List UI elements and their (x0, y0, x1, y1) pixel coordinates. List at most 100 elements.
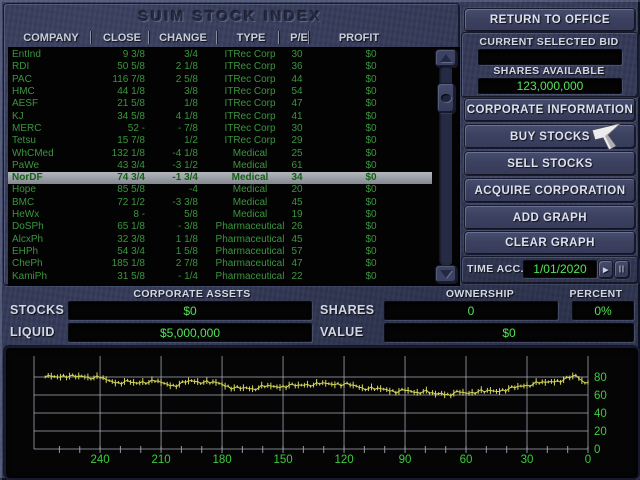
cell-company: HMC (12, 86, 35, 98)
percent-field: 0% (572, 301, 634, 320)
table-row[interactable]: PaWe43 3/4-3 1/2Medical61$0 (8, 160, 432, 172)
table-row[interactable]: RDI50 5/82 1/8ITRec Corp36$0 (8, 61, 432, 73)
cell-pe: 45 (272, 197, 322, 209)
table-row[interactable]: MERC52 -- 7/8ITRec Corp30$0 (8, 123, 432, 135)
time-play-button[interactable]: ▶ (598, 260, 614, 279)
svg-text:120: 120 (334, 454, 353, 466)
cell-company: Tetsu (12, 135, 36, 147)
table-row[interactable]: Tetsu15 7/81/2ITRec Corp29$0 (8, 135, 432, 147)
arrow-up-icon (440, 54, 452, 62)
current-bid-field[interactable] (478, 49, 622, 65)
cell-company: WhCMed (12, 148, 54, 160)
stock-table-body: EntInd9 3/83/4ITRec Corp30$0RDI50 5/82 1… (8, 49, 432, 283)
clear-graph-button[interactable]: CLEAR GRAPH (464, 231, 636, 255)
cell-pe: 36 (272, 61, 322, 73)
column-divider (308, 31, 309, 44)
svg-text:0: 0 (594, 444, 600, 456)
cell-company: MERC (12, 123, 41, 135)
svg-text:0: 0 (585, 454, 591, 466)
cell-profit: $0 (331, 246, 411, 258)
table-row[interactable]: HeWx8 -5/8Medical19$0 (8, 209, 432, 221)
cell-profit: $0 (331, 111, 411, 123)
corporate-assets-label: CORPORATE ASSETS (70, 288, 314, 300)
pause-icon: || (619, 266, 625, 273)
scroll-thumb[interactable] (437, 83, 455, 113)
cell-profit: $0 (331, 123, 411, 135)
cell-pe: 34 (272, 172, 322, 184)
cell-profit: $0 (331, 172, 411, 184)
svg-text:60: 60 (460, 454, 473, 466)
cell-company: Hope (12, 184, 36, 196)
mouse-cursor (591, 122, 625, 152)
table-row[interactable]: KamiPh31 5/8- 1/4Pharmaceutical22$0 (8, 271, 432, 283)
cell-pe: 54 (272, 86, 322, 98)
return-to-office-button[interactable]: RETURN TO OFFICE (464, 8, 636, 32)
table-row[interactable]: HMC44 1/83/8ITRec Corp54$0 (8, 86, 432, 98)
corporate-information-button[interactable]: CORPORATE INFORMATION (464, 98, 636, 122)
table-row[interactable]: KJ34 5/84 1/8ITRec Corp41$0 (8, 111, 432, 123)
table-row[interactable]: NorDF74 3/4-1 3/4Medical34$0 (8, 172, 432, 184)
table-row[interactable]: BMC72 1/2-3 3/8Medical45$0 (8, 197, 432, 209)
cell-company: DoSPh (12, 221, 44, 233)
cell-pe: 45 (272, 234, 322, 246)
acquire-corporation-button[interactable]: ACQUIRE CORPORATION (464, 178, 636, 203)
liquid-field: $5,000,000 (68, 323, 312, 342)
ownership-label: OWNERSHIP (400, 288, 560, 300)
liquid-label: LIQUID (10, 323, 66, 340)
table-row[interactable]: EHPh54 3/41 5/8Pharmaceutical57$0 (8, 246, 432, 258)
cell-company: AlcxPh (12, 234, 43, 246)
cell-profit: $0 (331, 209, 411, 221)
table-row[interactable]: WhCMed132 1/8-4 1/8Medical25$0 (8, 148, 432, 160)
add-graph-button[interactable]: ADD GRAPH (464, 205, 636, 230)
chart-panel: 0204060802402101801501209060300 (4, 346, 640, 480)
cell-company: NorDF (12, 172, 43, 184)
cell-pe: 41 (272, 111, 322, 123)
scroll-up-button[interactable] (435, 49, 457, 67)
sell-stocks-button[interactable]: SELL STOCKS (464, 151, 636, 176)
column-header-pe: P/E (282, 30, 316, 45)
cell-profit: $0 (331, 221, 411, 233)
column-divider (216, 31, 217, 44)
cell-profit: $0 (331, 148, 411, 160)
column-divider (148, 31, 149, 44)
table-row[interactable]: EntInd9 3/83/4ITRec Corp30$0 (8, 49, 432, 61)
current-bid-label: CURRENT SELECTED BID (461, 36, 637, 48)
svg-text:60: 60 (594, 390, 607, 402)
cell-pe: 29 (272, 135, 322, 147)
cell-pe: 20 (272, 184, 322, 196)
time-acc-field[interactable]: 1/01/2020 (523, 260, 597, 278)
value-field: $0 (384, 323, 634, 342)
cell-profit: $0 (331, 98, 411, 110)
table-scrollbar[interactable] (434, 49, 456, 281)
cell-pe: 30 (272, 123, 322, 135)
table-row[interactable]: PAC116 7/82 5/8ITRec Corp44$0 (8, 74, 432, 86)
cell-company: PaWe (12, 160, 39, 172)
stocks-label: STOCKS (10, 301, 66, 318)
cell-pe: 30 (272, 49, 322, 61)
table-row[interactable]: DoSPh65 1/8- 3/8Pharmaceutical26$0 (8, 221, 432, 233)
column-header-change: CHANGE (152, 30, 214, 45)
cell-profit: $0 (331, 61, 411, 73)
svg-text:90: 90 (399, 454, 412, 466)
table-row[interactable]: ChePh185 1/82 7/8Pharmaceutical47$0 (8, 258, 432, 270)
cell-company: KJ (12, 111, 24, 123)
column-header-company: COMPANY (16, 30, 86, 45)
svg-text:80: 80 (594, 372, 607, 384)
table-row[interactable]: AESF21 5/81/8ITRec Corp47$0 (8, 98, 432, 110)
cell-profit: $0 (331, 271, 411, 283)
stocks-field: $0 (68, 301, 312, 320)
time-pause-button[interactable]: || (614, 260, 630, 279)
svg-text:30: 30 (521, 454, 534, 466)
table-row[interactable]: AlcxPh32 3/81 1/8Pharmaceutical45$0 (8, 234, 432, 246)
cell-profit: $0 (331, 160, 411, 172)
column-header-close: CLOSE (96, 30, 148, 45)
price-chart: 0204060802402101801501209060300 (6, 348, 634, 474)
cell-profit: $0 (331, 197, 411, 209)
time-acc-label: TIME ACC. (467, 262, 523, 276)
game-screen: { "title": "SUIM STOCK INDEX", "table": … (0, 0, 640, 480)
percent-label: PERCENT (560, 288, 632, 300)
cell-pe: 57 (272, 246, 322, 258)
scroll-down-button[interactable] (435, 265, 457, 283)
table-row[interactable]: Hope85 5/8-4Medical20$0 (8, 184, 432, 196)
cell-company: PAC (12, 74, 32, 86)
